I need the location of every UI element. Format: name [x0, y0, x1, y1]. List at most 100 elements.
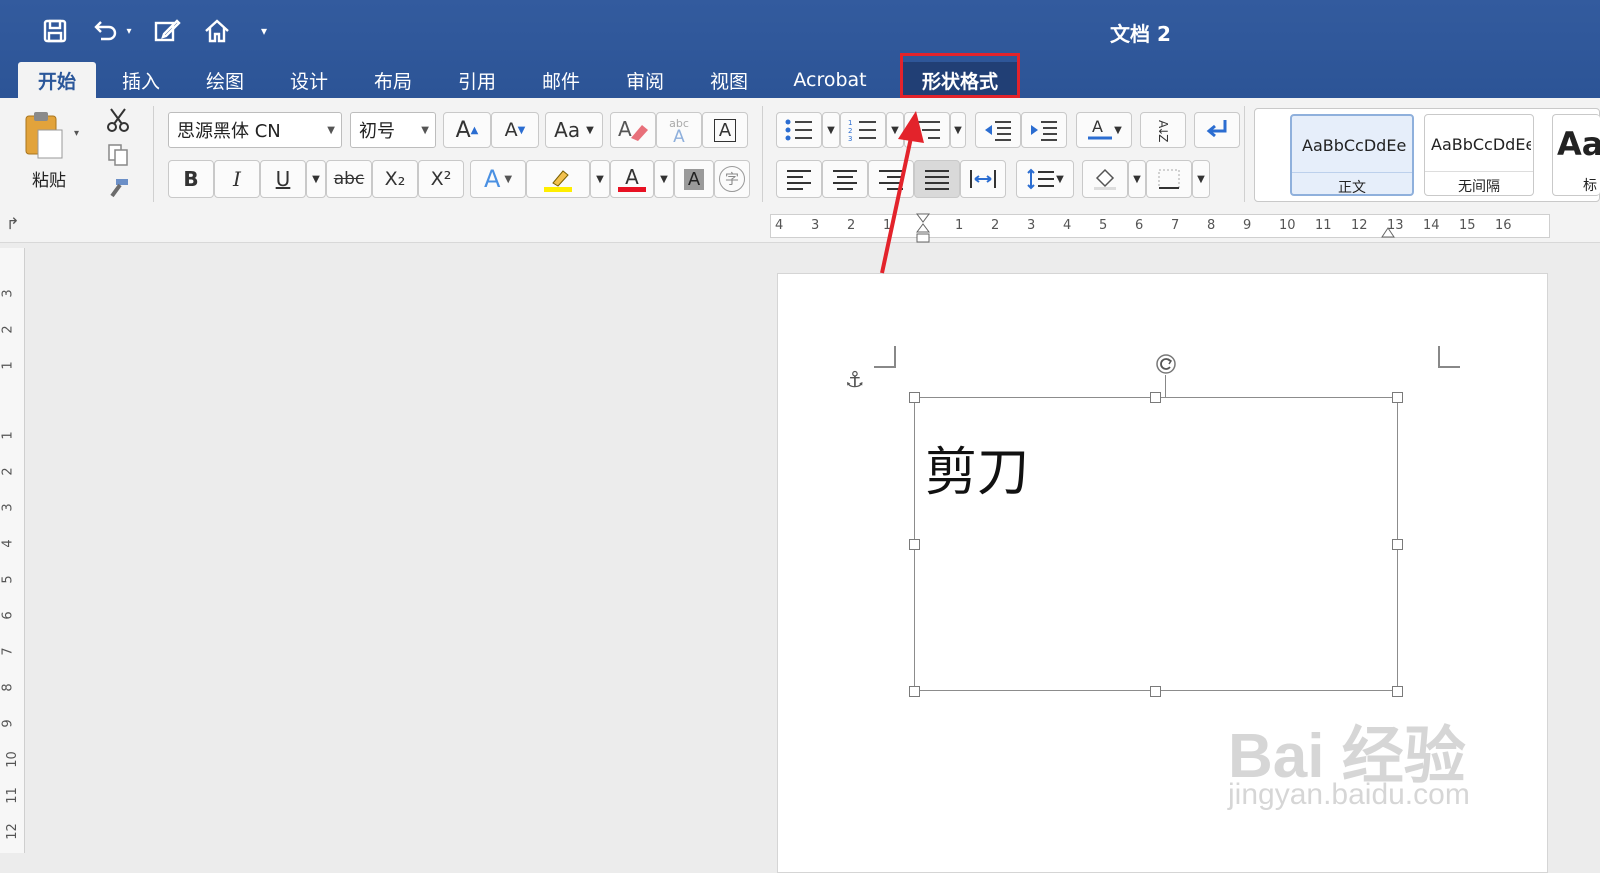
tab-home[interactable]: 开始	[18, 62, 96, 98]
text-effects-icon: A	[483, 165, 501, 193]
phonetic-guide-button[interactable]: abc A	[656, 112, 702, 148]
resize-handle[interactable]	[909, 392, 920, 403]
font-name-select[interactable]: 思源黑体 CN ▼	[168, 112, 342, 148]
font-size-select[interactable]: 初号 ▼	[350, 112, 436, 148]
margin-corner-mark	[1438, 346, 1460, 368]
ruler-tick-label: 2	[0, 467, 16, 476]
ruler-tick-label: 10	[4, 751, 20, 768]
resize-handle[interactable]	[1392, 686, 1403, 697]
shading-button[interactable]	[1082, 160, 1128, 198]
text-direction-icon: A	[1088, 117, 1113, 140]
align-center-icon	[833, 170, 857, 190]
shading-dropdown-icon[interactable]: ▼	[1128, 160, 1146, 198]
style-normal[interactable]: AaBbCcDdEe 正文	[1290, 114, 1414, 196]
distributed-button[interactable]	[960, 160, 1006, 198]
bullets-button[interactable]	[776, 112, 822, 148]
tab-layout[interactable]: 布局	[358, 62, 428, 98]
paste-dropdown-icon[interactable]: ▾	[74, 128, 79, 139]
svg-text:A: A	[1092, 117, 1103, 136]
paste-icon[interactable]	[22, 110, 66, 160]
highlight-button[interactable]	[526, 160, 590, 198]
tab-insert[interactable]: 插入	[106, 62, 176, 98]
chevron-down-icon: ▼	[421, 125, 429, 136]
style-heading[interactable]: Aa 标	[1552, 114, 1600, 196]
resize-handle[interactable]	[1150, 686, 1161, 697]
tab-mailings[interactable]: 邮件	[526, 62, 596, 98]
format-painter-icon[interactable]	[104, 176, 132, 202]
borders-button[interactable]	[1146, 160, 1192, 198]
text-direction-button[interactable]: A ▼	[1076, 112, 1132, 148]
font-color-bar	[618, 186, 646, 192]
copy-icon[interactable]	[106, 142, 130, 168]
save-icon[interactable]	[38, 14, 72, 48]
resize-handle[interactable]	[909, 539, 920, 550]
font-color-button[interactable]: A	[610, 160, 654, 198]
strikethrough-button[interactable]: abc	[326, 160, 372, 198]
text-effects-button[interactable]: A ▼	[470, 160, 526, 198]
show-formatting-button[interactable]	[1194, 112, 1240, 148]
tab-draw[interactable]: 绘图	[190, 62, 260, 98]
rotate-handle-icon[interactable]	[1155, 353, 1177, 375]
ruler-tick-label: 12	[1351, 218, 1368, 233]
resize-handle[interactable]	[909, 686, 920, 697]
home-icon[interactable]	[200, 14, 234, 48]
change-case-button[interactable]: Aa ▼	[545, 112, 603, 148]
divider	[1244, 106, 1245, 202]
ruler-tick-label: 14	[1423, 218, 1440, 233]
enclose-characters-icon: 字	[719, 166, 745, 192]
underline-button[interactable]: U	[260, 160, 306, 198]
ruler-tick-label: 8	[1207, 218, 1216, 233]
tab-design[interactable]: 设计	[274, 62, 344, 98]
tab-acrobat[interactable]: Acrobat	[782, 62, 878, 98]
style-no-spacing[interactable]: AaBbCcDdEe 无间隔	[1424, 114, 1534, 196]
tab-review[interactable]: 审阅	[610, 62, 680, 98]
resize-handle[interactable]	[1392, 392, 1403, 403]
sort-button[interactable]: A↓Z	[1140, 112, 1186, 148]
tab-stop-selector-icon[interactable]: ↱	[6, 214, 19, 233]
cut-icon[interactable]	[104, 106, 132, 134]
tab-references[interactable]: 引用	[442, 62, 512, 98]
resize-handle[interactable]	[1150, 392, 1161, 403]
rotate-handle-line	[1165, 375, 1166, 397]
align-left-button[interactable]	[776, 160, 822, 198]
highlight-color-bar	[544, 186, 572, 192]
text-box-content[interactable]: 剪刀	[925, 430, 1029, 505]
right-indent-marker-icon[interactable]	[1381, 224, 1395, 238]
grow-font-icon: A	[455, 117, 471, 143]
increase-indent-button[interactable]	[1021, 112, 1067, 148]
line-spacing-button[interactable]: ▼	[1016, 160, 1074, 198]
shrink-font-icon: A	[504, 119, 518, 141]
highlighter-icon	[552, 169, 569, 187]
paragraph-mark-icon	[1206, 120, 1227, 138]
highlight-dropdown-icon[interactable]: ▼	[590, 160, 610, 198]
clear-formatting-button[interactable]: A	[610, 112, 656, 148]
multilevel-dropdown-icon[interactable]: ▼	[950, 112, 966, 148]
superscript-button[interactable]: X²	[418, 160, 464, 198]
character-border-button[interactable]: A	[702, 112, 748, 148]
enclose-characters-button[interactable]: 字	[714, 160, 750, 198]
grow-font-button[interactable]: A ▲	[443, 112, 491, 148]
underline-dropdown-icon[interactable]: ▼	[306, 160, 326, 198]
resize-handle[interactable]	[1392, 539, 1403, 550]
shrink-font-button[interactable]: A ▼	[491, 112, 539, 148]
svg-text:A: A	[618, 117, 632, 141]
character-shading-button[interactable]: A	[674, 160, 714, 198]
undo-dropdown-icon[interactable]: ▾	[122, 14, 136, 48]
bullets-dropdown-icon[interactable]: ▼	[822, 112, 840, 148]
vertical-ruler[interactable]: 3 2 1 1 2 3 4 5 6 7 8 9 10 11 12	[0, 248, 25, 853]
subscript-button[interactable]: X₂	[372, 160, 418, 198]
ruler-tick-label: 16	[1495, 218, 1512, 233]
tab-view[interactable]: 视图	[694, 62, 764, 98]
italic-button[interactable]: I	[214, 160, 260, 198]
edit-document-icon[interactable]	[150, 14, 184, 48]
ruler-tick-label: 9	[0, 719, 16, 728]
ruler-tick-label: 12	[4, 823, 20, 840]
font-color-dropdown-icon[interactable]: ▼	[654, 160, 674, 198]
borders-dropdown-icon[interactable]: ▼	[1192, 160, 1210, 198]
style-name: 无间隔	[1425, 171, 1533, 196]
customize-toolbar-icon[interactable]: ▾	[254, 14, 274, 48]
bold-button[interactable]: B	[168, 160, 214, 198]
undo-icon[interactable]	[88, 14, 122, 48]
ruler-tick-label: 5	[0, 575, 16, 584]
decrease-indent-button[interactable]	[975, 112, 1021, 148]
